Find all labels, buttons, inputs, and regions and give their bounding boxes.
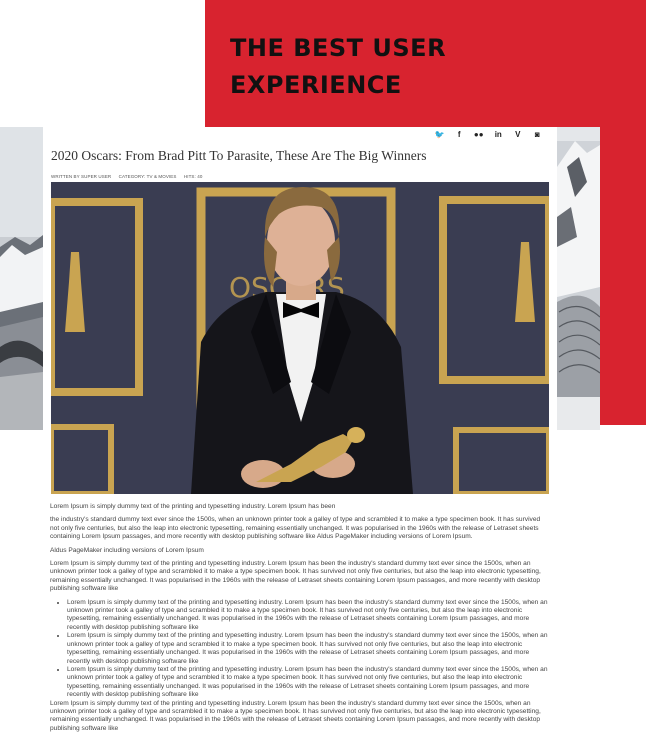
article-meta: WRITTEN BY SUPER USER CATEGORY: TV & MOV… [51, 174, 208, 179]
body-paragraph: Aldus PageMaker including versions of Lo… [50, 546, 204, 554]
body-paragraph: Lorem Ipsum is simply dummy text of the … [50, 699, 541, 732]
social-links: 🐦 f ●● in V ◙ [430, 130, 547, 139]
headline-line-1: THE BEST USER [230, 34, 447, 62]
meta-hits: HITS: 40 [183, 174, 203, 179]
vimeo-icon[interactable]: V [508, 130, 528, 139]
accent-band [600, 127, 646, 425]
meta-author: WRITTEN BY SUPER USER [51, 174, 112, 179]
body-paragraph: the industry's standard dummy text ever … [50, 516, 541, 541]
article-hero-image: OSCARS [51, 182, 549, 494]
list-item: Lorem Ipsum is simply dummy text of the … [67, 599, 549, 633]
list-item: Lorem Ipsum is simply dummy text of the … [67, 666, 549, 700]
article-card: 🐦 f ●● in V ◙ 2020 Oscars: From Brad Pitt To … [43, 127, 557, 755]
body-paragraph: Lorem Ipsum is simply dummy text of the … [50, 560, 541, 593]
list-item: Lorem Ipsum is simply dummy text of the … [67, 632, 549, 666]
headline-line-2: EXPERIENCE [230, 71, 402, 99]
flickr-icon[interactable]: ●● [469, 130, 489, 139]
mountain-photo-left [0, 127, 43, 430]
instagram-icon[interactable]: ◙ [528, 130, 548, 139]
twitter-icon[interactable]: 🐦 [430, 130, 450, 139]
facebook-icon[interactable]: f [450, 130, 470, 139]
body-paragraph: Lorem Ipsum is simply dummy text of the … [50, 503, 336, 510]
linkedin-icon[interactable]: in [489, 130, 509, 139]
meta-category[interactable]: CATEGORY: TV & MOVIES [119, 174, 177, 179]
mountain-photo-right [557, 127, 600, 430]
body-list: Lorem Ipsum is simply dummy text of the … [50, 599, 549, 700]
banner-headline: THE BEST USER EXPERIENCE [230, 30, 446, 104]
article-body: Lorem Ipsum is simply dummy text of the … [50, 503, 549, 738]
article-title[interactable]: 2020 Oscars: From Brad Pitt To Parasite,… [51, 148, 426, 164]
